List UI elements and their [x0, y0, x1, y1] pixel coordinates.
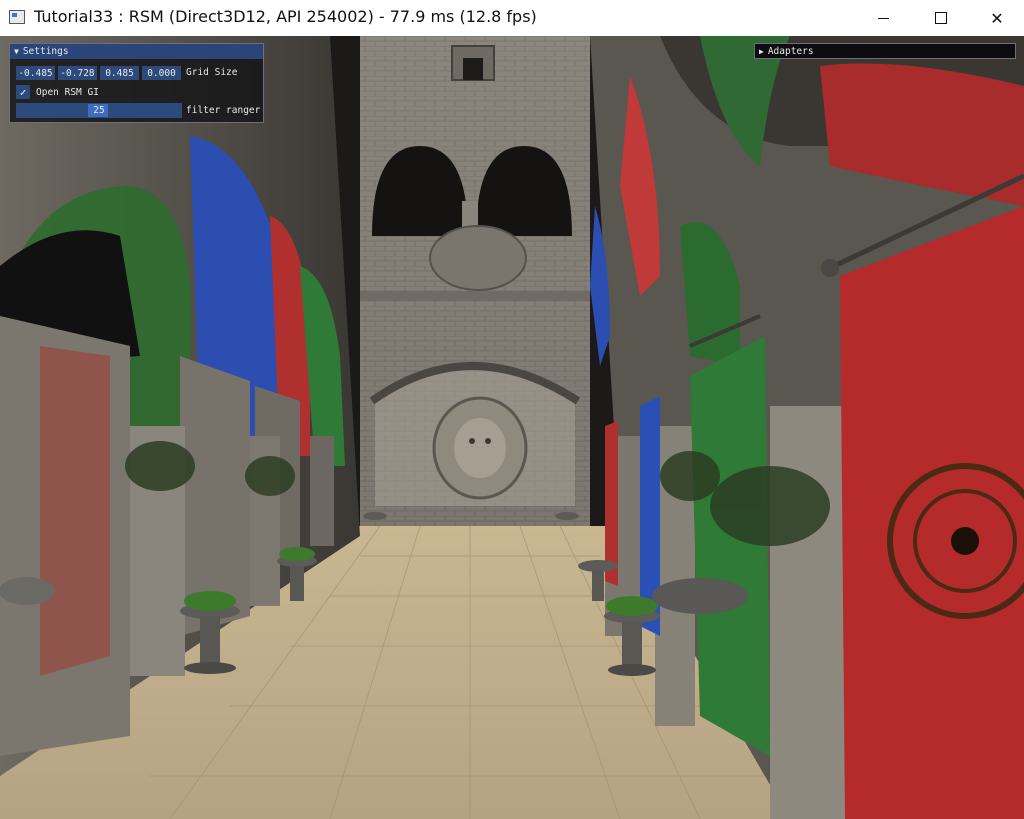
window-title: Tutorial33 : RSM (Direct3D12, API 254002… — [34, 7, 537, 26]
sponza-scene — [0, 36, 1024, 819]
grid-size-y-input[interactable]: -0.728 — [58, 66, 97, 80]
minimize-icon — [877, 17, 889, 19]
settings-panel[interactable]: ▼ Settings -0.485 -0.728 0.485 0.000 Gri… — [9, 43, 264, 123]
filter-ranger-label: filter ranger — [186, 105, 261, 116]
checkmark-icon: ✓ — [19, 85, 27, 99]
close-icon: ✕ — [990, 8, 1004, 28]
grid-size-label: Grid Size — [186, 67, 238, 78]
render-viewport[interactable] — [0, 36, 1024, 819]
app-window-icon — [9, 10, 25, 24]
grid-size-z-input[interactable]: 0.485 — [100, 66, 139, 80]
minimize-button[interactable] — [854, 0, 912, 36]
window-titlebar[interactable]: Tutorial33 : RSM (Direct3D12, API 254002… — [0, 0, 1024, 36]
collapse-triangle-icon[interactable]: ▼ — [14, 47, 19, 56]
filter-ranger-value: 25 — [93, 105, 105, 116]
grid-size-inputs[interactable]: -0.485 -0.728 0.485 0.000 — [16, 66, 184, 80]
rsm-gi-label: Open RSM GI — [36, 86, 99, 98]
grid-size-w-input[interactable]: 0.000 — [142, 66, 181, 80]
maximize-icon — [935, 12, 947, 24]
adapters-panel[interactable]: ▶ Adapters — [754, 43, 1016, 59]
rsm-gi-checkbox[interactable]: ✓ — [16, 85, 30, 99]
expand-triangle-icon[interactable]: ▶ — [759, 47, 764, 56]
filter-ranger-slider[interactable]: 25 — [16, 103, 182, 118]
rsm-gi-toggle[interactable]: ✓ Open RSM GI — [16, 85, 99, 99]
settings-panel-title: Settings — [22, 46, 69, 57]
maximize-button[interactable] — [912, 0, 970, 36]
close-button[interactable]: ✕ — [968, 0, 1024, 36]
grid-size-x-input[interactable]: -0.485 — [16, 66, 55, 80]
settings-panel-titlebar[interactable]: ▼ Settings — [10, 44, 263, 59]
adapters-panel-title: Adapters — [767, 45, 814, 57]
